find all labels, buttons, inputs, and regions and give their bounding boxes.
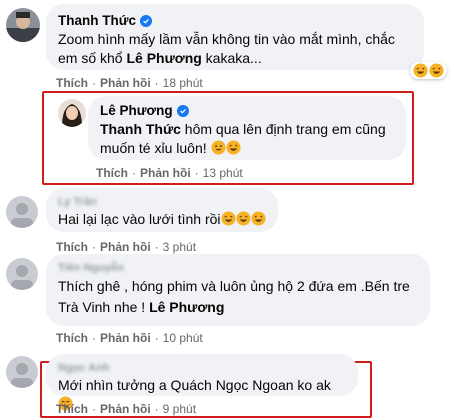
comment-bubble: Tiên Nguyễn Thích ghê , hóng phim và luô… [46,254,430,326]
author-name[interactable]: Lê Phương [100,101,173,120]
comment-bubble: Ngọc Anh Mới nhìn tưởng a Quách Ngọc Ngo… [46,354,358,411]
timestamp[interactable]: 3 phút [163,240,196,254]
timestamp[interactable]: 10 phút [163,331,203,345]
comment-author[interactable]: Thanh Thức [58,11,153,30]
reply-button[interactable]: Phản hồi [100,240,151,254]
laughing-emoji-icon [225,140,241,155]
comment-actions: Thích · Phản hồi · 9 phút [56,402,197,416]
comment-author[interactable]: Ngọc Anh [58,362,110,374]
avatar[interactable] [6,356,38,388]
author-name[interactable]: Thanh Thức [58,11,136,30]
like-button[interactable]: Thích [96,166,128,180]
laughing-emoji-icon [429,63,444,78]
comment-text: Zoom hình mấy lầm vẫn không tin vào mắt … [58,31,395,66]
comment-author[interactable]: Ly Trần [58,196,97,208]
comment-text: Thích ghê , hóng phim và luôn ủng hộ 2 đ… [58,278,410,315]
timestamp[interactable]: 13 phút [203,166,243,180]
avatar[interactable] [6,8,40,42]
grinning-sweat-emoji-icon [210,140,226,155]
comment-actions: Thích · Phản hồi · 18 phút [56,76,203,90]
comment-author[interactable]: Tiên Nguyễn [58,262,124,274]
like-button[interactable]: Thích [56,331,88,345]
reply-bubble: Lê Phương Thanh Thức hôm qua lên định tr… [88,96,406,160]
like-button[interactable]: Thích [56,402,88,416]
comment-text: Hai lại lạc vào lưới tình rồi [58,210,266,229]
comment-actions: Thích · Phản hồi · 13 phút [96,166,243,180]
like-button[interactable]: Thích [56,240,88,254]
laughing-emoji-icon [250,211,266,226]
like-button[interactable]: Thích [56,76,88,90]
timestamp[interactable]: 9 phút [163,402,196,416]
avatar[interactable] [6,258,38,290]
comment-bubble: Ly Trần Hai lại lạc vào lưới tình rồi [46,188,278,232]
avatar[interactable] [58,99,86,127]
reply-button[interactable]: Phản hồi [140,166,191,180]
comment-author[interactable]: Lê Phương [100,101,189,120]
verified-badge-icon [176,104,189,117]
verified-badge-icon [140,14,153,27]
laughing-emoji-icon [220,211,236,226]
mention-link[interactable]: Lê Phương [126,50,201,66]
comment-actions: Thích · Phản hồi · 10 phút [56,331,203,345]
mention-link[interactable]: Thanh Thức [100,121,181,137]
reply-button[interactable]: Phản hồi [100,76,151,90]
comment-actions: Thích · Phản hồi · 3 phút [56,240,197,254]
laughing-emoji-icon [413,63,428,78]
reply-button[interactable]: Phản hồi [100,331,151,345]
avatar[interactable] [6,196,38,228]
comment-bubble: Thanh Thức Zoom hình mấy lầm vẫn không t… [46,4,424,70]
mention-link[interactable]: Lê Phương [149,299,224,315]
reply-button[interactable]: Phản hồi [100,402,151,416]
laughing-emoji-icon [235,211,251,226]
reaction-badge[interactable] [410,62,447,79]
comment-text: Thanh Thức hôm qua lên định trang em cũn… [100,121,386,156]
timestamp[interactable]: 18 phút [163,76,203,90]
